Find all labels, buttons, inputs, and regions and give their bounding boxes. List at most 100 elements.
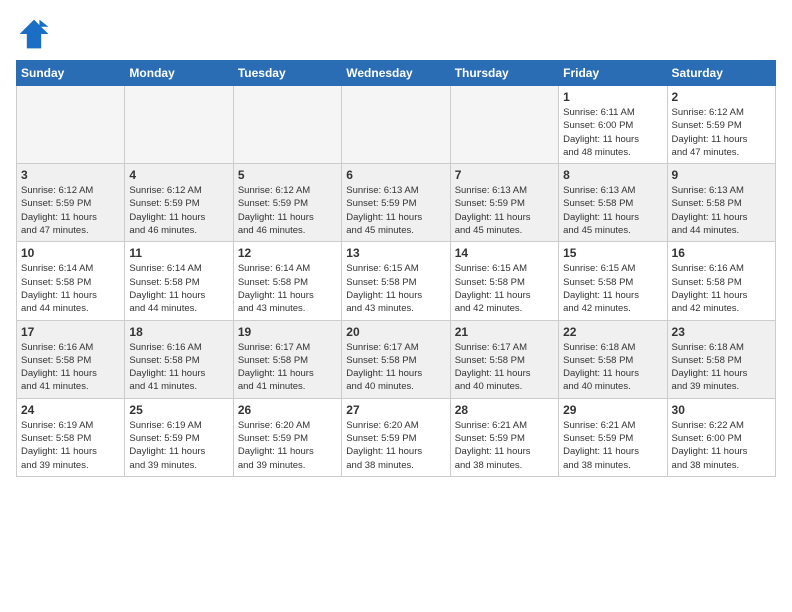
- col-header-thursday: Thursday: [450, 61, 558, 86]
- day-info: Sunrise: 6:15 AMSunset: 5:58 PMDaylight:…: [455, 262, 554, 315]
- day-number: 26: [238, 403, 337, 417]
- day-info: Sunrise: 6:16 AMSunset: 5:58 PMDaylight:…: [672, 262, 771, 315]
- day-info: Sunrise: 6:18 AMSunset: 5:58 PMDaylight:…: [672, 341, 771, 394]
- day-info: Sunrise: 6:14 AMSunset: 5:58 PMDaylight:…: [238, 262, 337, 315]
- calendar-cell: [342, 86, 450, 164]
- calendar-cell: 6 Sunrise: 6:13 AMSunset: 5:59 PMDaylight…: [342, 164, 450, 242]
- day-info: Sunrise: 6:12 AMSunset: 5:59 PMDaylight:…: [21, 184, 120, 237]
- calendar-cell: 1 Sunrise: 6:11 AMSunset: 6:00 PMDaylight…: [559, 86, 667, 164]
- col-header-wednesday: Wednesday: [342, 61, 450, 86]
- col-header-tuesday: Tuesday: [233, 61, 341, 86]
- calendar-cell: 3Sunrise: 6:12 AMSunset: 5:59 PMDaylight…: [17, 164, 125, 242]
- calendar-cell: [125, 86, 233, 164]
- day-number: 24: [21, 403, 120, 417]
- day-number: 25: [129, 403, 228, 417]
- day-info: Sunrise: 6:19 AMSunset: 5:58 PMDaylight:…: [21, 419, 120, 472]
- day-info: Sunrise: 6:21 AMSunset: 5:59 PMDaylight:…: [455, 419, 554, 472]
- logo-icon: [16, 16, 52, 52]
- day-number: 8: [563, 168, 662, 182]
- calendar-cell: 5Sunrise: 6:12 AMSunset: 5:59 PMDaylight…: [233, 164, 341, 242]
- day-info: Sunrise: 6:13 AMSunset: 5:59 PMDaylight:…: [455, 184, 554, 237]
- day-number: 2: [672, 90, 771, 104]
- day-number: 27: [346, 403, 445, 417]
- day-info: Sunrise: 6:19 AMSunset: 5:59 PMDaylight:…: [129, 419, 228, 472]
- calendar-cell: 8 Sunrise: 6:13 AMSunset: 5:58 PMDaylight…: [559, 164, 667, 242]
- logo: [16, 16, 56, 52]
- calendar-cell: 20 Sunrise: 6:17 AMSunset: 5:58 PMDayligh…: [342, 320, 450, 398]
- day-number: 11: [129, 246, 228, 260]
- page-header: [16, 16, 776, 52]
- day-info: Sunrise: 6:15 AMSunset: 5:58 PMDaylight:…: [346, 262, 445, 315]
- day-info: Sunrise: 6:16 AMSunset: 5:58 PMDaylight:…: [129, 341, 228, 394]
- calendar-cell: 23 Sunrise: 6:18 AMSunset: 5:58 PMDayligh…: [667, 320, 775, 398]
- day-number: 14: [455, 246, 554, 260]
- day-info: Sunrise: 6:20 AMSunset: 5:59 PMDaylight:…: [238, 419, 337, 472]
- calendar-cell: 10 Sunrise: 6:14 AMSunset: 5:58 PMDayligh…: [17, 242, 125, 320]
- day-info: Sunrise: 6:11 AMSunset: 6:00 PMDaylight:…: [563, 106, 662, 159]
- day-info: Sunrise: 6:14 AMSunset: 5:58 PMDaylight:…: [21, 262, 120, 315]
- day-number: 7: [455, 168, 554, 182]
- day-number: 10: [21, 246, 120, 260]
- day-number: 22: [563, 325, 662, 339]
- day-number: 13: [346, 246, 445, 260]
- day-number: 6: [346, 168, 445, 182]
- calendar-cell: 25 Sunrise: 6:19 AMSunset: 5:59 PMDayligh…: [125, 398, 233, 476]
- calendar-cell: 14 Sunrise: 6:15 AMSunset: 5:58 PMDayligh…: [450, 242, 558, 320]
- day-number: 19: [238, 325, 337, 339]
- col-header-sunday: Sunday: [17, 61, 125, 86]
- calendar-cell: 13 Sunrise: 6:15 AMSunset: 5:58 PMDayligh…: [342, 242, 450, 320]
- col-header-friday: Friday: [559, 61, 667, 86]
- calendar-cell: 11 Sunrise: 6:14 AMSunset: 5:58 PMDayligh…: [125, 242, 233, 320]
- day-info: Sunrise: 6:12 AMSunset: 5:59 PMDaylight:…: [672, 106, 771, 159]
- day-number: 18: [129, 325, 228, 339]
- day-number: 21: [455, 325, 554, 339]
- day-number: 16: [672, 246, 771, 260]
- calendar-cell: [233, 86, 341, 164]
- day-info: Sunrise: 6:13 AMSunset: 5:59 PMDaylight:…: [346, 184, 445, 237]
- calendar-cell: 21 Sunrise: 6:17 AMSunset: 5:58 PMDayligh…: [450, 320, 558, 398]
- calendar-cell: 22 Sunrise: 6:18 AMSunset: 5:58 PMDayligh…: [559, 320, 667, 398]
- day-number: 12: [238, 246, 337, 260]
- calendar-cell: 26 Sunrise: 6:20 AMSunset: 5:59 PMDayligh…: [233, 398, 341, 476]
- calendar-cell: 17 Sunrise: 6:16 AMSunset: 5:58 PMDayligh…: [17, 320, 125, 398]
- calendar-cell: 2 Sunrise: 6:12 AMSunset: 5:59 PMDaylight…: [667, 86, 775, 164]
- day-number: 23: [672, 325, 771, 339]
- day-info: Sunrise: 6:20 AMSunset: 5:59 PMDaylight:…: [346, 419, 445, 472]
- calendar-cell: 9 Sunrise: 6:13 AMSunset: 5:58 PMDaylight…: [667, 164, 775, 242]
- calendar-cell: [17, 86, 125, 164]
- day-info: Sunrise: 6:18 AMSunset: 5:58 PMDaylight:…: [563, 341, 662, 394]
- calendar-table: SundayMondayTuesdayWednesdayThursdayFrid…: [16, 60, 776, 477]
- day-info: Sunrise: 6:17 AMSunset: 5:58 PMDaylight:…: [238, 341, 337, 394]
- day-number: 20: [346, 325, 445, 339]
- calendar-cell: 15 Sunrise: 6:15 AMSunset: 5:58 PMDayligh…: [559, 242, 667, 320]
- calendar-cell: 28 Sunrise: 6:21 AMSunset: 5:59 PMDayligh…: [450, 398, 558, 476]
- day-info: Sunrise: 6:17 AMSunset: 5:58 PMDaylight:…: [346, 341, 445, 394]
- day-number: 29: [563, 403, 662, 417]
- day-number: 9: [672, 168, 771, 182]
- calendar-cell: 18 Sunrise: 6:16 AMSunset: 5:58 PMDayligh…: [125, 320, 233, 398]
- day-info: Sunrise: 6:21 AMSunset: 5:59 PMDaylight:…: [563, 419, 662, 472]
- calendar-cell: 29 Sunrise: 6:21 AMSunset: 5:59 PMDayligh…: [559, 398, 667, 476]
- calendar-cell: 27 Sunrise: 6:20 AMSunset: 5:59 PMDayligh…: [342, 398, 450, 476]
- day-number: 4: [129, 168, 228, 182]
- day-number: 17: [21, 325, 120, 339]
- day-info: Sunrise: 6:13 AMSunset: 5:58 PMDaylight:…: [563, 184, 662, 237]
- day-info: Sunrise: 6:15 AMSunset: 5:58 PMDaylight:…: [563, 262, 662, 315]
- calendar-cell: 7 Sunrise: 6:13 AMSunset: 5:59 PMDaylight…: [450, 164, 558, 242]
- day-info: Sunrise: 6:12 AMSunset: 5:59 PMDaylight:…: [238, 184, 337, 237]
- calendar-cell: 4Sunrise: 6:12 AMSunset: 5:59 PMDaylight…: [125, 164, 233, 242]
- col-header-saturday: Saturday: [667, 61, 775, 86]
- calendar-cell: 30Sunrise: 6:22 AMSunset: 6:00 PMDayligh…: [667, 398, 775, 476]
- day-number: 28: [455, 403, 554, 417]
- day-info: Sunrise: 6:22 AMSunset: 6:00 PMDaylight:…: [672, 419, 771, 472]
- day-info: Sunrise: 6:16 AMSunset: 5:58 PMDaylight:…: [21, 341, 120, 394]
- day-info: Sunrise: 6:17 AMSunset: 5:58 PMDaylight:…: [455, 341, 554, 394]
- day-info: Sunrise: 6:13 AMSunset: 5:58 PMDaylight:…: [672, 184, 771, 237]
- day-number: 15: [563, 246, 662, 260]
- col-header-monday: Monday: [125, 61, 233, 86]
- day-number: 1: [563, 90, 662, 104]
- calendar-cell: [450, 86, 558, 164]
- day-info: Sunrise: 6:14 AMSunset: 5:58 PMDaylight:…: [129, 262, 228, 315]
- calendar-cell: 16 Sunrise: 6:16 AMSunset: 5:58 PMDayligh…: [667, 242, 775, 320]
- calendar-cell: 19 Sunrise: 6:17 AMSunset: 5:58 PMDayligh…: [233, 320, 341, 398]
